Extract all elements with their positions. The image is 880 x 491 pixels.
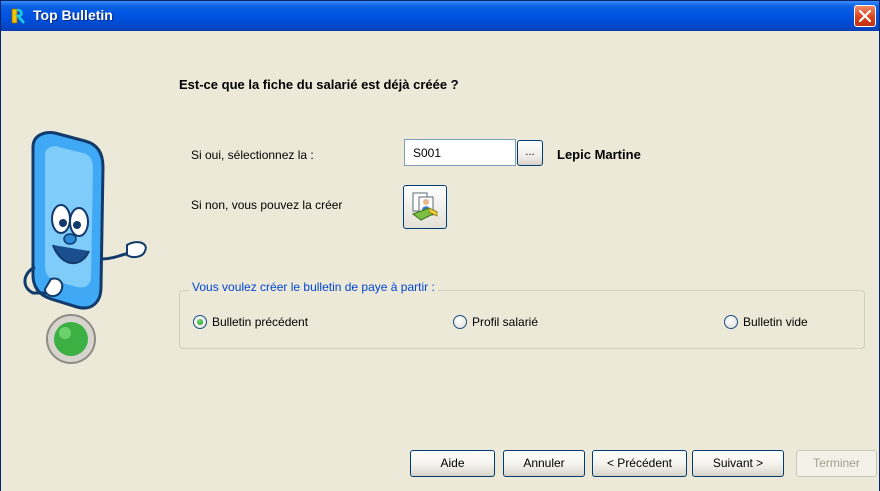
radio-label: Profil salarié bbox=[472, 315, 539, 329]
radio-checked-indicator[interactable] bbox=[193, 315, 207, 329]
radio-indicator[interactable] bbox=[453, 315, 467, 329]
close-icon bbox=[859, 10, 871, 22]
employee-code-input[interactable] bbox=[404, 139, 516, 166]
previous-button[interactable]: < Précédent bbox=[592, 450, 687, 477]
create-employee-button[interactable] bbox=[403, 185, 447, 229]
title-bar[interactable]: Top Bulletin bbox=[1, 1, 879, 31]
radio-indicator[interactable] bbox=[724, 315, 738, 329]
app-logo-icon bbox=[11, 8, 25, 24]
radio-profil-salarie[interactable]: Profil salarié bbox=[453, 315, 538, 329]
radio-label: Bulletin vide bbox=[743, 315, 808, 329]
create-employee-icon bbox=[411, 192, 439, 221]
finish-button[interactable]: Terminer bbox=[796, 450, 877, 477]
employee-name: Lepic Martine bbox=[557, 147, 641, 162]
bulletin-source-legend: Vous voulez créer le bulletin de paye à … bbox=[189, 280, 438, 294]
cancel-button[interactable]: Annuler bbox=[503, 450, 585, 477]
select-existing-label: Si oui, sélectionnez la : bbox=[191, 148, 314, 162]
radio-bulletin-vide[interactable]: Bulletin vide bbox=[724, 315, 808, 329]
wizard-window: Top Bulletin Est-ce que la fiche du sala… bbox=[0, 0, 880, 491]
radio-label: Bulletin précédent bbox=[212, 315, 309, 329]
window-title: Top Bulletin bbox=[33, 7, 113, 23]
mascot-illustration bbox=[23, 131, 147, 364]
employee-question: Est-ce que la fiche du salarié est déjà … bbox=[179, 77, 459, 92]
create-employee-label: Si non, vous pouvez la créer bbox=[191, 198, 343, 212]
wizard-content: Est-ce que la fiche du salarié est déjà … bbox=[1, 31, 879, 491]
help-button[interactable]: Aide bbox=[410, 450, 495, 477]
browse-button[interactable]: ... bbox=[517, 140, 543, 166]
next-button[interactable]: Suivant > bbox=[692, 450, 784, 477]
radio-bulletin-precedent[interactable]: Bulletin précédent bbox=[193, 315, 308, 329]
close-button[interactable] bbox=[854, 5, 876, 27]
